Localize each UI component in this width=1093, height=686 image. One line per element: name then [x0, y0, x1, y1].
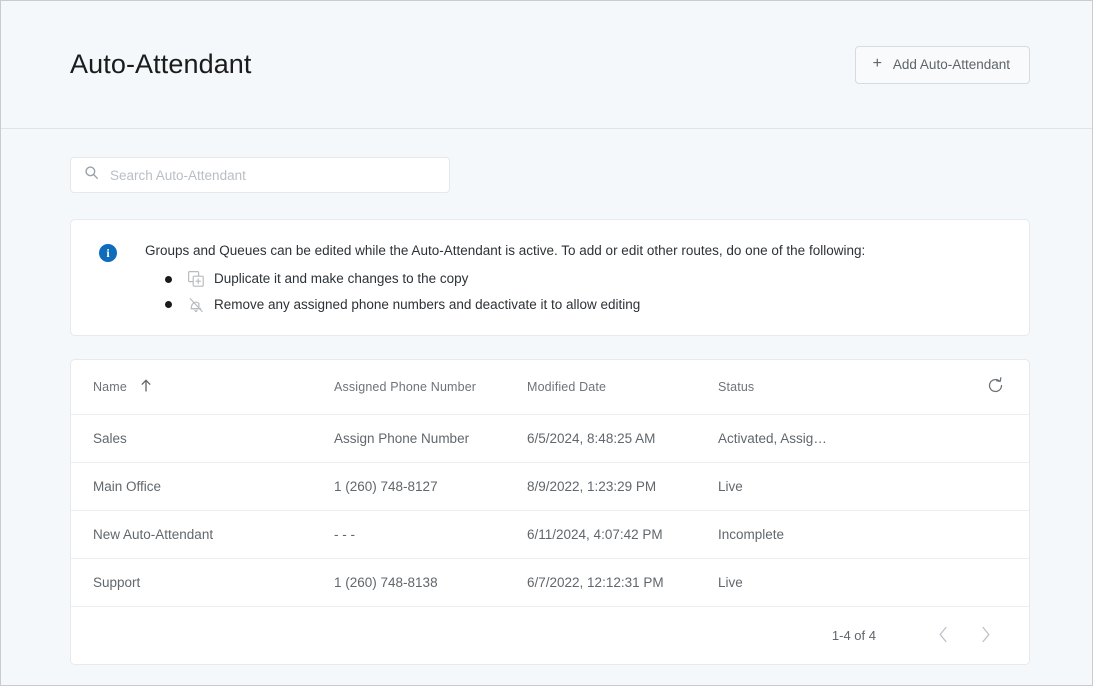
info-banner-item-text: Remove any assigned phone numbers and de…: [214, 296, 641, 312]
info-banner-item-deactivate: Remove any assigned phone numbers and de…: [145, 295, 1005, 315]
status-text: Incomplete: [718, 527, 785, 543]
search-field[interactable]: [70, 157, 450, 193]
chevron-left-icon: [938, 626, 949, 646]
cell-phone: - - -: [334, 527, 355, 543]
info-circle-icon: i: [99, 244, 117, 262]
cell-status: Incomplete: [718, 527, 977, 542]
cell-status: Activated, Assign T…: [718, 431, 977, 446]
info-banner-body: Groups and Queues can be edited while th…: [145, 242, 1005, 314]
assign-phone-number-link[interactable]: Assign Phone Number: [334, 431, 527, 446]
page-header: Auto-Attendant + Add Auto-Attendant: [1, 1, 1092, 129]
bullet-icon: [165, 301, 172, 309]
cell-phone: 1 (260) 748-8138: [334, 575, 438, 591]
info-banner: i Groups and Queues can be edited while …: [70, 219, 1030, 337]
info-banner-item-text: Duplicate it and make changes to the cop…: [214, 271, 469, 287]
column-header-assigned-phone-number[interactable]: Assigned Phone Number: [334, 380, 527, 394]
search-input[interactable]: [110, 167, 439, 183]
cell-modified-date: 6/11/2024, 4:07:42 PM: [527, 527, 663, 543]
pagination-next-button[interactable]: [968, 619, 1002, 653]
status-text: Live: [718, 479, 743, 495]
pagination-prev-button[interactable]: [926, 619, 960, 653]
add-auto-attendant-label: Add Auto-Attendant: [892, 57, 1010, 72]
bullet-icon: [165, 275, 172, 283]
info-banner-list: Duplicate it and make changes to the cop…: [145, 269, 1005, 314]
table-row[interactable]: Support 1 (260) 748-8138 6/7/2022, 12:12…: [71, 559, 1029, 608]
cell-modified-date: 8/9/2022, 1:23:29 PM: [527, 479, 657, 495]
cell-status: Live: [718, 479, 977, 494]
table-header-row: Name Assigned Phone Number Modified Date…: [71, 360, 1029, 416]
cell-phone: 1 (260) 748-8127: [334, 479, 438, 495]
info-banner-lead: Groups and Queues can be edited while th…: [145, 243, 866, 258]
auto-attendant-table: Name Assigned Phone Number Modified Date…: [70, 359, 1030, 666]
table-row[interactable]: New Auto-Attendant - - - 6/11/2024, 4:07…: [71, 511, 1029, 560]
cell-name: Sales: [93, 431, 127, 447]
pagination-range-label: 1-4 of 4: [831, 628, 876, 644]
column-header-status[interactable]: Status: [718, 380, 977, 394]
status-text: Activated, Assign T…: [718, 431, 830, 447]
phone-off-icon: [187, 296, 205, 314]
refresh-icon: [986, 376, 1005, 398]
add-auto-attendant-button[interactable]: + Add Auto-Attendant: [854, 45, 1030, 84]
page-title: Auto-Attendant: [70, 48, 252, 79]
table-row[interactable]: Sales Assign Phone Number 6/5/2024, 8:48…: [71, 415, 1029, 464]
table-row[interactable]: Main Office 1 (260) 748-8127 8/9/2022, 1…: [71, 463, 1029, 512]
column-header-name[interactable]: Name: [93, 379, 334, 395]
info-banner-item-duplicate: Duplicate it and make changes to the cop…: [145, 269, 1005, 289]
search-icon: [84, 165, 99, 185]
column-header-name-label: Name: [93, 380, 127, 395]
cell-name: Main Office: [93, 479, 162, 495]
cell-modified-date: 6/7/2022, 12:12:31 PM: [527, 575, 664, 591]
table-actions: [977, 375, 1007, 399]
status-text: Live: [718, 575, 743, 591]
pagination: 1-4 of 4: [71, 607, 1029, 665]
cell-name: Support: [93, 575, 141, 591]
app-window: Auto-Attendant + Add Auto-Attendant i Gr…: [0, 0, 1093, 686]
cell-name: New Auto-Attendant: [93, 527, 214, 543]
plus-icon: +: [872, 55, 882, 72]
chevron-right-icon: [980, 626, 991, 646]
content-area: i Groups and Queues can be edited while …: [1, 129, 1092, 685]
cell-status: Live: [718, 575, 977, 590]
arrow-up-icon: [140, 379, 152, 395]
cell-modified-date: 6/5/2024, 8:48:25 AM: [527, 431, 656, 447]
column-header-modified-date[interactable]: Modified Date: [527, 380, 718, 394]
duplicate-icon: [187, 270, 205, 288]
refresh-button[interactable]: [983, 375, 1007, 399]
